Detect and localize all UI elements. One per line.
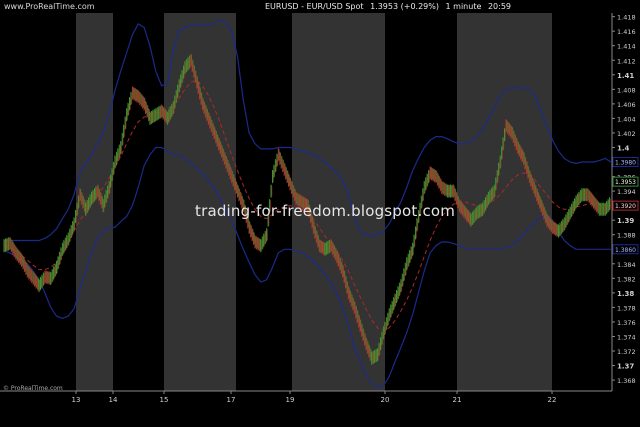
close-price-label: 1.3953 [615,179,636,186]
y-tick-label: 1.376 [617,319,636,327]
y-tick-label: 1.372 [617,348,636,356]
x-tick-label: 17 [227,396,236,404]
y-tick-label: 1.378 [617,304,636,312]
y-tick-label: 1.38 [617,290,634,298]
x-tick-label: 14 [109,396,118,404]
y-tick-label: 1.374 [617,333,636,341]
y-tick-label: 1.408 [617,86,636,94]
y-tick-label: 1.404 [617,115,636,123]
y-tick-label: 1.402 [617,130,636,138]
y-tick-label: 1.384 [617,261,636,269]
y-tick-label: 1.39 [617,217,634,225]
y-tick-label: 1.382 [617,275,636,283]
y-tick-label: 1.388 [617,232,636,240]
footer-watermark: © ProRealTime.com [3,385,63,392]
y-tick-label: 1.394 [617,188,636,196]
y-tick-label: 1.414 [617,43,636,51]
y-tick-label: 1.416 [617,28,636,36]
x-tick-label: 21 [453,396,462,404]
y-tick-label: 1.418 [617,14,636,22]
y-tick-label: 1.41 [617,72,634,80]
x-tick-label: 15 [160,396,169,404]
y-tick-label: 1.37 [617,363,634,371]
y-tick-label: 1.4 [617,144,630,152]
upper-band-price-label: 1.3980 [615,160,636,167]
blog-watermark: trading-for-freedom.blogspot.com [195,202,456,220]
x-tick-label: 19 [286,396,295,404]
y-tick-label: 1.406 [617,101,636,109]
moving-average-price-label: 1.3920 [615,203,636,210]
x-tick-label: 13 [72,396,81,404]
y-tick-label: 1.412 [617,57,636,65]
lower-band-price-label: 1.3860 [615,247,636,254]
y-tick-label: 1.368 [617,377,636,385]
x-tick-label: 20 [381,396,390,404]
x-tick-label: 22 [548,396,557,404]
